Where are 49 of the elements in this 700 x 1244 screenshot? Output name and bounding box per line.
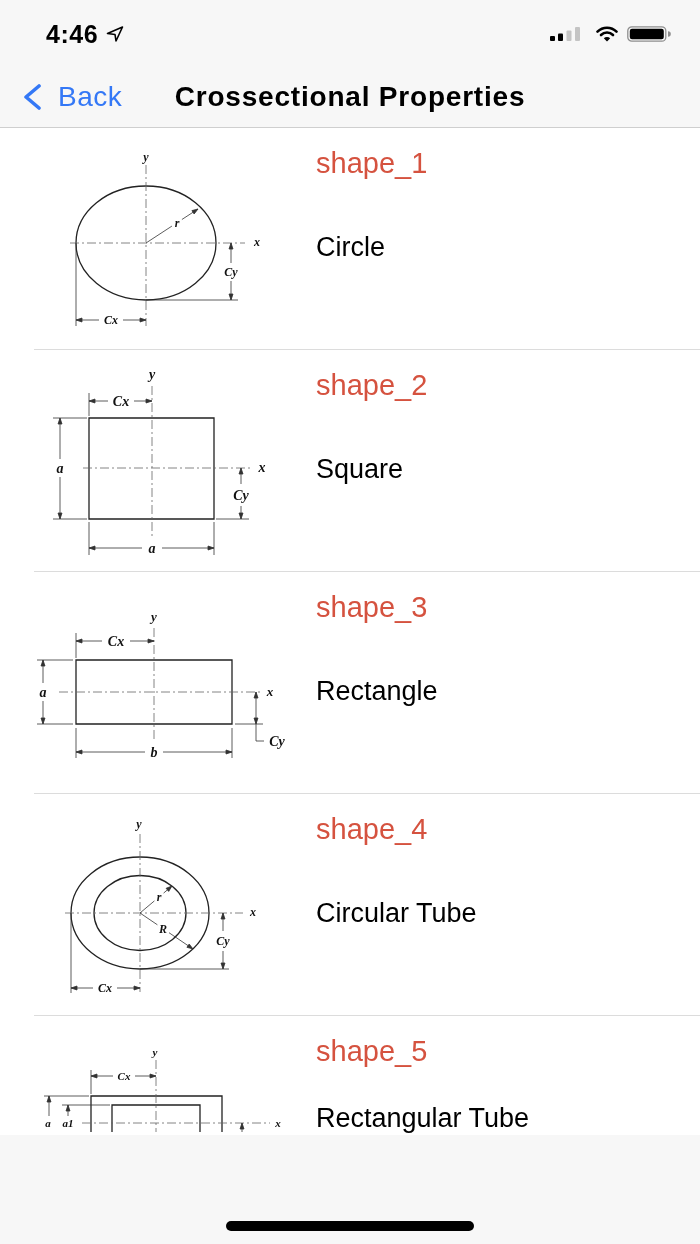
shape-code: shape_5 bbox=[316, 1034, 428, 1068]
battery-icon bbox=[627, 26, 671, 42]
radius-arrow bbox=[145, 208, 199, 244]
axis-label: y bbox=[152, 1046, 158, 1058]
axis-label: x bbox=[275, 1117, 281, 1129]
chevron-left-icon bbox=[22, 84, 42, 110]
dimension-label: b bbox=[150, 744, 158, 760]
dimension-label: Cy bbox=[224, 265, 238, 279]
dimension-label: Cx bbox=[107, 633, 125, 649]
shape-name: Square bbox=[316, 453, 404, 485]
dimension-label: Cx bbox=[104, 313, 118, 327]
nav-title: Crossectional Properties bbox=[174, 80, 526, 114]
wifi-icon bbox=[596, 26, 618, 42]
shape-name: Circular Tube bbox=[316, 897, 477, 929]
axis-label: y bbox=[136, 817, 142, 831]
signal-bars-icon bbox=[550, 27, 580, 41]
shape-name: Rectangular Tube bbox=[316, 1102, 530, 1134]
axis-label: x bbox=[250, 905, 256, 919]
radius-label: r bbox=[174, 216, 180, 230]
dimension-label: a1 bbox=[62, 1117, 74, 1129]
dimension-label: a bbox=[45, 1117, 51, 1129]
dimension-label: a bbox=[56, 460, 64, 476]
shape-code: shape_2 bbox=[316, 368, 428, 402]
dimension-label: Cx bbox=[117, 1070, 131, 1082]
dimension-label: Cy bbox=[216, 934, 230, 948]
dimension-label: a bbox=[39, 684, 47, 700]
axis-label: x bbox=[254, 235, 260, 249]
dimension-label: a bbox=[148, 540, 156, 556]
dimension-arrow bbox=[239, 1122, 245, 1132]
dimension-label: Cx bbox=[98, 981, 112, 995]
dimension-arrow bbox=[90, 1069, 157, 1095]
dimension-label: Cx bbox=[112, 393, 130, 409]
shape-code: shape_1 bbox=[316, 146, 428, 180]
back-button[interactable]: Back bbox=[22, 80, 123, 114]
axis-label: x bbox=[266, 683, 274, 699]
shape-code: shape_3 bbox=[316, 590, 428, 624]
axis-label: y bbox=[143, 150, 149, 164]
shape-name: Circle bbox=[316, 231, 385, 263]
axis-label: y bbox=[148, 366, 156, 382]
status-time: 4:46 bbox=[46, 19, 99, 49]
dimension-label: Cy bbox=[233, 487, 249, 503]
dimension-label: Cy bbox=[269, 733, 285, 749]
axis-label: x bbox=[258, 459, 266, 475]
radius-label: r bbox=[156, 890, 162, 904]
location-arrow-icon bbox=[106, 26, 125, 42]
radius-label: R bbox=[159, 922, 167, 936]
axis-label: y bbox=[151, 608, 157, 624]
shape-code: shape_4 bbox=[316, 812, 428, 846]
shape-name: Rectangle bbox=[316, 675, 438, 707]
